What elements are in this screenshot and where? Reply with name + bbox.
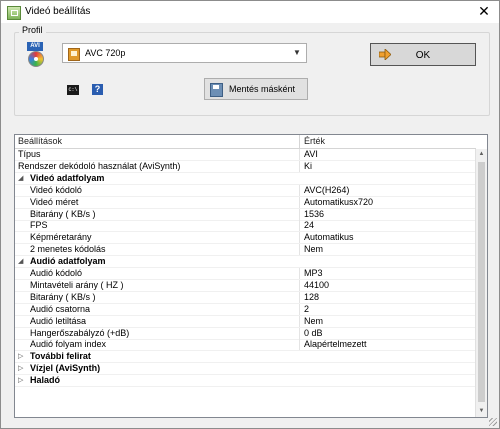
property-name: Rendszer dekódoló használat (AviSynth) <box>18 160 181 171</box>
property-value[interactable]: 128 <box>304 292 319 303</box>
property-value[interactable]: Nem <box>304 316 323 327</box>
title-bar: Videó beállítás ✕ <box>1 1 499 23</box>
grid-property-row[interactable]: Audió csatorna 2 <box>15 303 476 316</box>
settings-property-grid[interactable]: Beállítások Érték Típus AVI Rendszer dekód… <box>14 134 488 418</box>
property-name: Audió folyam index <box>30 339 107 350</box>
property-name: További felirat <box>30 351 91 362</box>
grid-property-row[interactable]: 2 menetes kódolás Nem <box>15 244 476 257</box>
property-value[interactable]: AVI <box>304 149 318 160</box>
grid-property-row[interactable]: Mintavételi arány ( HZ ) 44100 <box>15 279 476 292</box>
property-name: Audió letiltása <box>30 315 87 326</box>
close-button[interactable]: ✕ <box>475 3 493 20</box>
property-value[interactable]: 24 <box>304 220 314 231</box>
grid-category-row[interactable]: ▷ Haladó <box>15 375 476 388</box>
property-name: Haladó <box>30 375 61 386</box>
grid-property-row[interactable]: Videó méret Automatikusx720 <box>15 196 476 209</box>
grid-property-row[interactable]: Rendszer dekódoló használat (AviSynth) Ki <box>15 160 476 173</box>
property-name: Audió adatfolyam <box>30 256 106 267</box>
scroll-up-arrow-icon[interactable]: ▲ <box>476 149 487 160</box>
save-as-label: Mentés másként <box>229 84 296 94</box>
grid-property-row[interactable]: Hangerőszabályzó (+dB) 0 dB <box>15 327 476 340</box>
grid-property-row[interactable]: Bitarány ( KB/s ) 1536 <box>15 208 476 221</box>
ok-button-label: OK <box>415 50 431 61</box>
profile-selected-value: AVC 720p <box>85 48 126 58</box>
property-name: Audió csatorna <box>30 303 91 314</box>
property-name: Videó kódoló <box>30 184 82 195</box>
grid-property-row[interactable]: Audió letiltása Nem <box>15 315 476 328</box>
collapse-arrow-icon[interactable]: ◢ <box>18 256 23 267</box>
command-prompt-icon[interactable]: C:\ <box>67 85 79 95</box>
scroll-down-arrow-icon[interactable]: ▼ <box>476 406 487 417</box>
property-value[interactable]: Ki <box>304 161 312 172</box>
property-value[interactable]: Alapértelmezett <box>304 339 367 350</box>
property-name: Hangerőszabályzó (+dB) <box>30 327 130 338</box>
property-name: 2 menetes kódolás <box>30 244 106 255</box>
scrollbar-thumb[interactable] <box>478 162 485 402</box>
property-name: Audió kódoló <box>30 268 83 278</box>
vertical-scrollbar[interactable]: ▲ ▼ <box>475 149 487 417</box>
collapse-arrow-icon[interactable]: ◢ <box>18 173 23 184</box>
property-value[interactable]: 0 dB <box>304 328 323 339</box>
grid-category-row[interactable]: ◢ Audió adatfolyam <box>15 256 476 269</box>
expand-arrow-icon[interactable]: ▷ <box>18 351 23 362</box>
save-as-button[interactable]: Mentés másként <box>204 78 308 100</box>
profile-group-label: Profil <box>19 25 46 35</box>
resize-grip[interactable] <box>489 418 497 426</box>
grid-property-row[interactable]: Videó kódoló AVC(H264) <box>15 184 476 197</box>
app-icon <box>7 6 21 20</box>
property-name: Videó adatfolyam <box>30 172 105 183</box>
property-name: Mintavételi arány ( HZ ) <box>30 279 124 290</box>
property-value[interactable]: Automatikusx720 <box>304 197 373 208</box>
film-icon <box>68 48 80 61</box>
property-value[interactable]: AVC(H264) <box>304 185 349 196</box>
grid-property-row[interactable]: Audió folyam index Alapértelmezett <box>15 339 476 352</box>
property-name: Videó méret <box>30 196 79 207</box>
ok-button[interactable]: OK <box>370 43 476 66</box>
header-value[interactable]: Érték <box>304 136 325 146</box>
property-value[interactable]: Automatikus <box>304 232 354 243</box>
avi-file-icon: AVI <box>27 42 45 68</box>
grid-property-row[interactable]: Képméretarány Automatikus <box>15 232 476 245</box>
property-value[interactable]: 2 <box>304 304 309 315</box>
grid-property-row[interactable]: Típus AVI <box>15 149 476 161</box>
help-icon[interactable]: ? <box>92 84 103 95</box>
chevron-down-icon[interactable]: ▼ <box>291 47 303 59</box>
property-name: Bitarány ( KB/s ) <box>30 208 96 219</box>
window-title: Videó beállítás <box>25 6 91 17</box>
expand-arrow-icon[interactable]: ▷ <box>18 363 23 374</box>
video-settings-window: Videó beállítás ✕ Profil AVI AVC 720p ▼ … <box>0 0 500 429</box>
property-name: Vízjel (AviSynth) <box>30 363 101 374</box>
property-value[interactable]: Nem <box>304 244 323 255</box>
floppy-disk-icon <box>210 83 223 97</box>
property-name: Típus <box>18 149 41 159</box>
grid-category-row[interactable]: ▷ További felirat <box>15 351 476 364</box>
grid-category-row[interactable]: ▷ Vízjel (AviSynth) <box>15 363 476 376</box>
grid-property-row[interactable]: FPS 24 <box>15 220 476 233</box>
property-value[interactable]: 44100 <box>304 280 329 291</box>
expand-arrow-icon[interactable]: ▷ <box>18 375 23 386</box>
grid-property-row[interactable]: Bitarány ( KB/s ) 128 <box>15 291 476 304</box>
property-name: Képméretarány <box>30 232 92 243</box>
property-value[interactable]: 1536 <box>304 209 324 220</box>
property-name: FPS <box>30 220 48 231</box>
grid-property-row[interactable]: Audió kódoló MP3 <box>15 268 476 280</box>
grid-category-row[interactable]: ◢ Videó adatfolyam <box>15 173 476 185</box>
profile-dropdown[interactable]: AVC 720p ▼ <box>62 43 307 63</box>
property-name: Bitarány ( KB/s ) <box>30 291 96 302</box>
header-settings[interactable]: Beállítások <box>18 136 62 146</box>
grid-header: Beállítások Érték <box>15 135 476 149</box>
property-value[interactable]: MP3 <box>304 268 323 279</box>
